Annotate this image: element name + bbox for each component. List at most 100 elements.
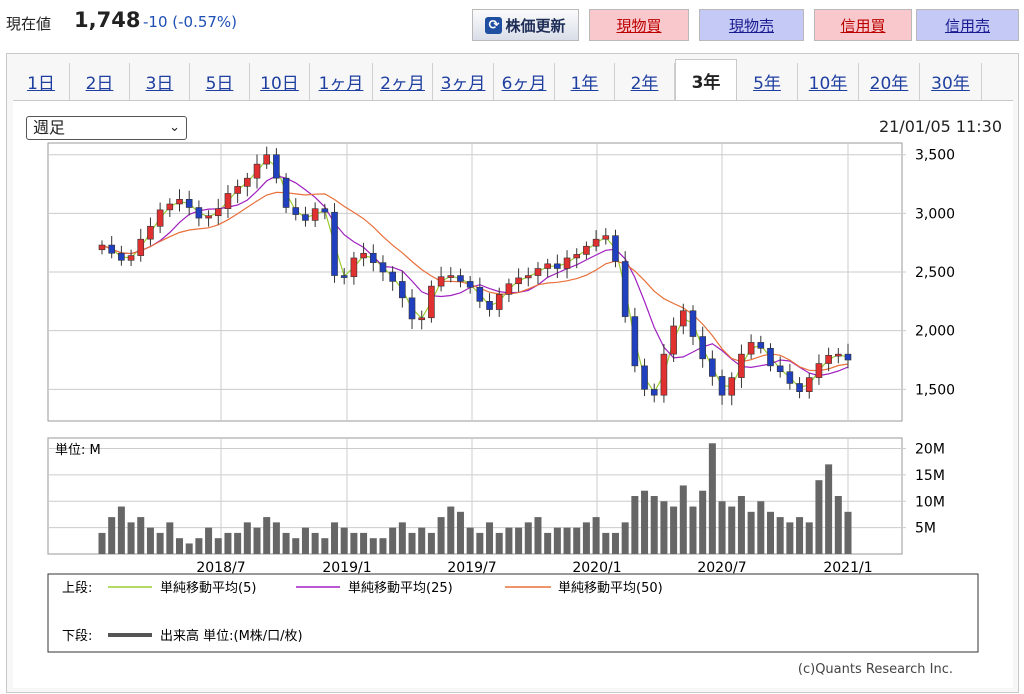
volume-bar xyxy=(331,522,339,554)
candle-body xyxy=(835,353,842,357)
volume-bar xyxy=(766,511,774,554)
candle-body xyxy=(350,257,358,278)
candle-body xyxy=(544,263,551,269)
volume-bar xyxy=(263,517,271,554)
candle-body xyxy=(796,383,803,392)
candle-body xyxy=(757,342,765,349)
candle-body xyxy=(176,199,183,205)
credit: (c)Quants Research Inc. xyxy=(798,662,953,677)
volume-bar xyxy=(776,517,784,554)
candle-body xyxy=(447,275,455,278)
volume-tick-label: 15M xyxy=(915,468,945,484)
candle-body xyxy=(331,211,338,276)
volume-bar xyxy=(340,527,348,554)
candle-body xyxy=(273,154,280,179)
candle-body xyxy=(418,317,426,321)
volume-bar xyxy=(505,527,513,554)
candle-body xyxy=(399,281,406,299)
candle-body xyxy=(767,347,774,367)
price-tick-label: 2,500 xyxy=(915,265,955,281)
volume-bar xyxy=(437,517,445,554)
volume-bar xyxy=(98,532,106,554)
volume-bar xyxy=(243,522,251,554)
volume-bar xyxy=(524,522,532,554)
candle-body xyxy=(118,252,125,261)
volume-bar xyxy=(418,527,426,554)
volume-bar xyxy=(544,532,552,554)
price-tick-label: 3,000 xyxy=(915,206,955,222)
candle-body xyxy=(137,238,145,256)
candle-body xyxy=(437,276,445,287)
candle-body xyxy=(311,208,319,221)
volume-tick-label: 10M xyxy=(915,494,945,510)
legend-lower-label: 下段: xyxy=(62,629,92,644)
volume-bar xyxy=(427,532,435,554)
volume-bar xyxy=(456,511,464,554)
candle-body xyxy=(563,257,571,269)
volume-bar xyxy=(602,532,610,554)
candle-body xyxy=(844,353,852,361)
candle-body xyxy=(185,199,193,208)
candle-body xyxy=(282,177,290,208)
candle-body xyxy=(428,285,435,319)
volume-bar xyxy=(834,496,842,554)
candle-body xyxy=(340,275,348,278)
volume-bar xyxy=(660,501,668,554)
volume-bar xyxy=(350,532,358,554)
legend-upper-label: 上段: xyxy=(62,581,92,596)
volume-bar xyxy=(214,538,222,554)
volume-bar xyxy=(272,522,280,554)
volume-bar xyxy=(398,522,406,554)
candle-body xyxy=(825,355,832,364)
volume-bar xyxy=(224,532,232,554)
candle-body xyxy=(495,294,503,310)
price-tick-label: 1,500 xyxy=(915,382,955,398)
candle-body xyxy=(127,255,135,261)
volume-bar xyxy=(757,501,765,554)
candle-body xyxy=(670,325,677,355)
volume-bar xyxy=(670,506,678,554)
volume-bar xyxy=(495,532,503,554)
volume-bar xyxy=(631,496,639,554)
volume-bar xyxy=(127,522,135,554)
candle-body xyxy=(534,268,542,276)
legend-item-ma5: 単純移動平均(5) xyxy=(160,580,256,596)
candle-body xyxy=(747,342,755,355)
volume-bar xyxy=(389,527,397,554)
candle-body xyxy=(786,371,794,384)
candle-body xyxy=(195,207,203,219)
candle-body xyxy=(612,235,619,262)
volume-bar xyxy=(369,538,377,554)
candle-body xyxy=(98,244,106,251)
volume-bar xyxy=(176,538,184,554)
price-plot-area xyxy=(47,142,903,422)
candle-body xyxy=(166,203,174,211)
candle-body xyxy=(815,363,823,378)
candle-body xyxy=(505,283,513,295)
candle-body xyxy=(718,376,726,396)
volume-bar xyxy=(728,506,736,554)
volume-bar xyxy=(825,464,833,554)
candle-body xyxy=(360,252,367,259)
candle-body xyxy=(689,310,697,337)
candle-body xyxy=(234,186,241,194)
volume-bar xyxy=(815,480,823,554)
volume-bar xyxy=(408,532,416,554)
volume-bar xyxy=(786,522,794,554)
candle-body xyxy=(476,286,484,302)
volume-bar xyxy=(486,522,494,554)
volume-bar xyxy=(205,527,213,554)
candle-body xyxy=(244,177,251,187)
candle-body xyxy=(224,193,232,209)
volume-bar xyxy=(185,543,193,554)
volume-bar xyxy=(689,506,697,554)
candle-body xyxy=(621,261,629,317)
volume-bar xyxy=(137,517,145,554)
candle-body xyxy=(302,214,309,221)
volume-bar xyxy=(146,527,154,554)
volume-bar xyxy=(321,538,329,554)
candle-body xyxy=(524,275,532,279)
volume-bar xyxy=(466,527,474,554)
volume-bar xyxy=(360,532,368,554)
candle-body xyxy=(554,263,561,269)
